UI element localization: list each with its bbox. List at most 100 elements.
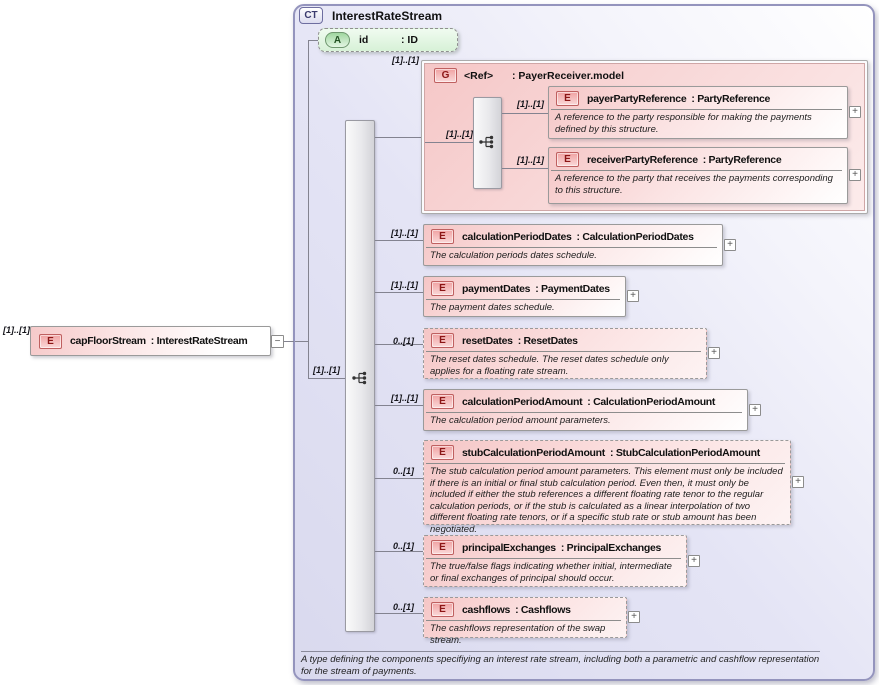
element-calculationperiodamount[interactable]: E calculationPeriodAmount : CalculationP… [423, 389, 748, 431]
element-type: : StubCalculationPeriodAmount [610, 447, 760, 459]
element-type: : PartyReference [691, 93, 770, 105]
element-receiverpartyreference[interactable]: E receiverPartyReference : PartyReferenc… [548, 147, 848, 204]
element-annotation: The calculation periods dates schedule. [424, 248, 722, 265]
element-badge: E [431, 394, 454, 409]
element-type: : ResetDates [518, 335, 578, 347]
element-resetdates[interactable]: E resetDates : ResetDates The reset date… [423, 328, 707, 379]
sequence-icon [478, 135, 496, 149]
cardinality-label: 0..[1] [393, 602, 414, 612]
expand-button[interactable]: + [849, 169, 861, 181]
element-type: : InterestRateStream [151, 335, 248, 347]
element-calculationperioddates[interactable]: E calculationPeriodDates : CalculationPe… [423, 224, 723, 266]
element-capfloorstream[interactable]: E capFloorStream : InterestRateStream [30, 326, 271, 356]
cardinality-label: [1]..[1] [391, 228, 418, 238]
connector-line [284, 341, 294, 342]
complex-type-annotation: A type defining the components specifiyi… [301, 654, 828, 678]
complex-type-badge: CT [299, 7, 323, 24]
element-name: principalExchanges [462, 542, 556, 554]
cardinality-label: [1]..[1] [3, 325, 30, 335]
element-badge: E [431, 229, 454, 244]
element-name: payerPartyReference [587, 93, 686, 105]
element-badge: E [556, 91, 579, 106]
connector-line [295, 341, 308, 342]
element-type: : PartyReference [703, 154, 782, 166]
cardinality-label: 0..[1] [393, 336, 414, 346]
complex-type-header: CT InterestRateStream [299, 7, 442, 24]
cardinality-label: [1]..[1] [517, 155, 544, 165]
element-type: : CalculationPeriodDates [577, 231, 694, 243]
sequence-icon [351, 371, 369, 385]
group-badge: G [434, 68, 457, 83]
element-badge: E [39, 334, 62, 349]
element-annotation: The reset dates schedule. The reset date… [424, 352, 706, 380]
element-principalexchanges[interactable]: E principalExchanges : PrincipalExchange… [423, 535, 687, 587]
element-name: calculationPeriodAmount [462, 396, 582, 408]
cardinality-label: [1]..[1] [391, 280, 418, 290]
expand-button[interactable]: + [792, 476, 804, 488]
element-name: receiverPartyReference [587, 154, 698, 166]
expand-button[interactable]: + [749, 404, 761, 416]
group-header: G <Ref> : PayerReceiver.model [425, 64, 864, 83]
cardinality-label: [1]..[1] [313, 365, 340, 375]
element-annotation: A reference to the party responsible for… [549, 110, 847, 138]
element-badge: E [556, 152, 579, 167]
cardinality-label: 0..[1] [393, 466, 414, 476]
element-name: resetDates [462, 335, 513, 347]
element-cashflows[interactable]: E cashflows : Cashflows The cashflows re… [423, 597, 627, 638]
element-type: : Cashflows [515, 604, 571, 616]
element-badge: E [431, 445, 454, 460]
element-badge: E [431, 540, 454, 555]
group-name: <Ref> [464, 70, 512, 82]
connector-line [502, 113, 548, 114]
complex-type-title: InterestRateStream [332, 9, 442, 23]
attribute-type: : ID [401, 34, 418, 46]
expand-button[interactable]: + [688, 555, 700, 567]
element-annotation: The stub calculation period amount param… [424, 464, 790, 538]
element-name: paymentDates [462, 283, 530, 295]
element-annotation: The true/false flags indicating whether … [424, 559, 686, 587]
connector-line [375, 292, 423, 293]
collapse-button[interactable]: − [271, 335, 284, 348]
connector-line [502, 168, 548, 169]
expand-button[interactable]: + [628, 611, 640, 623]
element-type: : PaymentDates [535, 283, 610, 295]
attribute-id[interactable]: A id : ID [318, 28, 458, 52]
element-name: capFloorStream [70, 335, 146, 347]
connector-line [375, 240, 423, 241]
cardinality-label: 0..[1] [393, 541, 414, 551]
connector-line [308, 378, 345, 379]
expand-button[interactable]: + [708, 347, 720, 359]
connector-line [375, 405, 423, 406]
element-badge: E [431, 333, 454, 348]
cardinality-label: [1]..[1] [517, 99, 544, 109]
element-payerpartyreference[interactable]: E payerPartyReference : PartyReference A… [548, 86, 848, 139]
connector-line [375, 551, 423, 552]
element-name: calculationPeriodDates [462, 231, 572, 243]
expand-button[interactable]: + [724, 239, 736, 251]
annotation-divider [301, 651, 820, 652]
cardinality-label: [1]..[1] [391, 393, 418, 403]
connector-line [375, 478, 423, 479]
attribute-badge: A [325, 32, 350, 48]
element-name: stubCalculationPeriodAmount [462, 447, 605, 459]
expand-button[interactable]: + [849, 106, 861, 118]
cardinality-label: [1]..[1] [392, 55, 419, 65]
element-badge: E [431, 602, 454, 617]
group-type: : PayerReceiver.model [512, 70, 624, 82]
element-annotation: The payment dates schedule. [424, 300, 625, 317]
expand-button[interactable]: + [627, 290, 639, 302]
connector-line [375, 137, 421, 138]
element-type: : CalculationPeriodAmount [587, 396, 715, 408]
connector-line [425, 142, 473, 143]
element-annotation: The calculation period amount parameters… [424, 413, 747, 430]
element-stubcalculationperiodamount[interactable]: E stubCalculationPeriodAmount : StubCalc… [423, 440, 791, 525]
xsd-diagram: CT InterestRateStream A type defining th… [0, 0, 879, 685]
element-badge: E [431, 281, 454, 296]
attribute-name: id [359, 34, 401, 46]
element-type: : PrincipalExchanges [561, 542, 661, 554]
connector-line [308, 40, 309, 379]
element-annotation: A reference to the party that receives t… [549, 171, 847, 199]
element-annotation: The cashflows representation of the swap… [424, 621, 626, 649]
element-paymentdates[interactable]: E paymentDates : PaymentDates The paymen… [423, 276, 626, 317]
cardinality-label: [1]..[1] [446, 129, 473, 139]
